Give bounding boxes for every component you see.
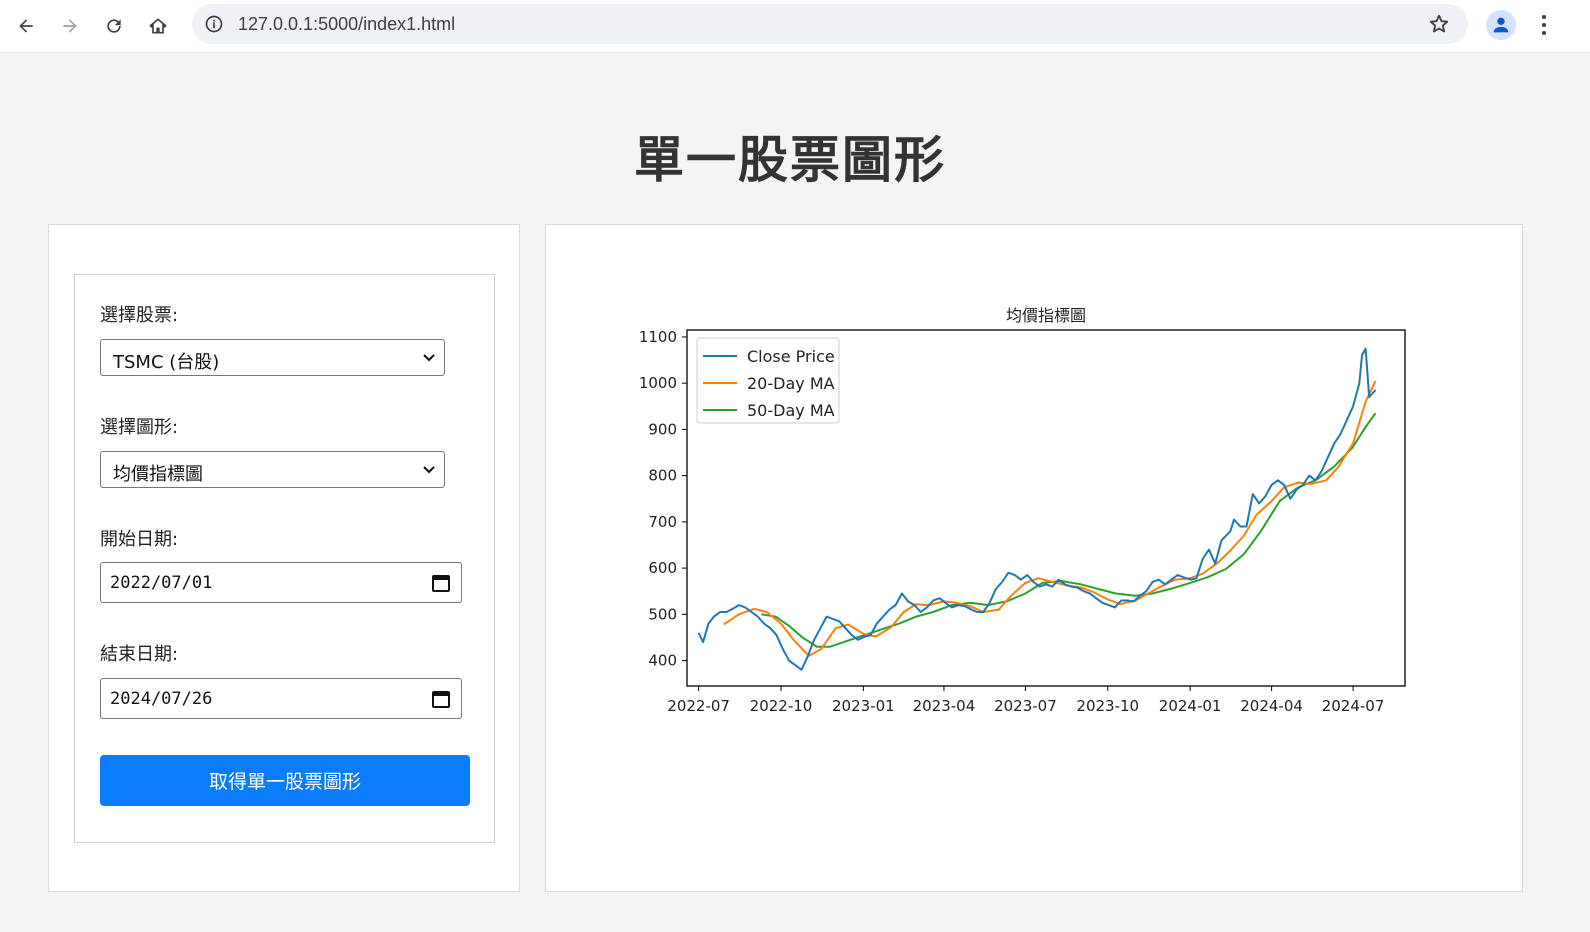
x-tick-label: 2022-07 — [667, 697, 730, 715]
x-tick-label: 2023-10 — [1076, 697, 1139, 715]
info-icon[interactable] — [204, 14, 224, 34]
chart-title: 均價指標圖 — [1006, 306, 1086, 325]
y-tick-label: 1000 — [639, 374, 677, 392]
reload-button[interactable] — [96, 8, 132, 44]
profile-icon — [1493, 17, 1509, 33]
series-line-50-day-ma — [761, 412, 1377, 648]
start-date-input[interactable]: 2022/07/01 — [100, 562, 462, 603]
stock-select-value: TSMC (台股) — [113, 352, 220, 373]
legend-label: 20-Day MA — [747, 374, 835, 393]
end-date-label: 結束日期: — [100, 644, 179, 665]
back-icon — [19, 19, 33, 33]
address-bar[interactable]: 127.0.0.1:5000/index1.html — [192, 4, 1468, 44]
start-date-label: 開始日期: — [100, 529, 179, 550]
x-tick-label: 2023-04 — [913, 697, 976, 715]
legend-label: Close Price — [747, 347, 835, 366]
calendar-icon[interactable] — [431, 573, 451, 593]
x-tick-label: 2024-07 — [1322, 697, 1385, 715]
legend-label: 50-Day MA — [747, 401, 835, 420]
y-tick-label: 800 — [648, 467, 677, 485]
stock-select[interactable]: TSMC (台股) — [100, 339, 445, 376]
y-tick-label: 1100 — [639, 328, 677, 346]
chevron-down-icon — [423, 466, 435, 474]
x-tick-label: 2024-04 — [1240, 697, 1303, 715]
ma-chart: 均價指標圖 400 500 600 700 800 900 1000 1100 2022-07 20… — [639, 306, 1406, 715]
form-panel: 選擇股票: TSMC (台股) 選擇圖形: 均價指標圖 開始日期: 2022/0… — [48, 224, 520, 892]
y-tick-label: 600 — [648, 559, 677, 577]
y-tick-label: 900 — [648, 420, 677, 438]
home-icon — [149, 18, 167, 34]
menu-icon[interactable] — [1532, 12, 1556, 38]
calendar-icon[interactable] — [431, 689, 451, 709]
home-button[interactable] — [140, 8, 176, 44]
y-tick-label: 400 — [648, 652, 677, 670]
chart-type-select[interactable]: 均價指標圖 — [100, 451, 445, 488]
x-tick-label: 2024-01 — [1159, 697, 1222, 715]
x-tick-label: 2022-10 — [750, 697, 813, 715]
page-title: 單一股票圖形 — [634, 131, 946, 189]
chart-panel: 均價指標圖 400 500 600 700 800 900 1000 1100 2022-07 20… — [545, 224, 1523, 892]
back-button[interactable] — [8, 8, 44, 44]
forward-icon — [63, 19, 77, 33]
url-text[interactable]: 127.0.0.1:5000/index1.html — [238, 14, 455, 35]
chevron-down-icon — [423, 354, 435, 362]
chart-type-select-value: 均價指標圖 — [113, 464, 203, 485]
get-chart-button[interactable]: 取得單一股票圖形 — [100, 755, 470, 806]
reload-icon — [107, 19, 121, 33]
browser-toolbar: 127.0.0.1:5000/index1.html — [0, 0, 1590, 53]
x-tick-label: 2023-01 — [832, 697, 895, 715]
stock-form: 選擇股票: TSMC (台股) 選擇圖形: 均價指標圖 開始日期: 2022/0… — [74, 274, 495, 843]
y-tick-label: 500 — [648, 605, 677, 623]
forward-button[interactable] — [52, 8, 88, 44]
x-tick-label: 2023-07 — [994, 697, 1057, 715]
end-date-value: 2024/07/26 — [110, 689, 213, 709]
start-date-value: 2022/07/01 — [110, 573, 213, 593]
stock-label: 選擇股票: — [100, 305, 179, 326]
star-icon[interactable] — [1428, 13, 1450, 35]
y-tick-label: 700 — [648, 513, 677, 531]
chart-type-label: 選擇圖形: — [100, 417, 179, 438]
end-date-input[interactable]: 2024/07/26 — [100, 678, 462, 719]
profile-button[interactable] — [1486, 10, 1516, 40]
